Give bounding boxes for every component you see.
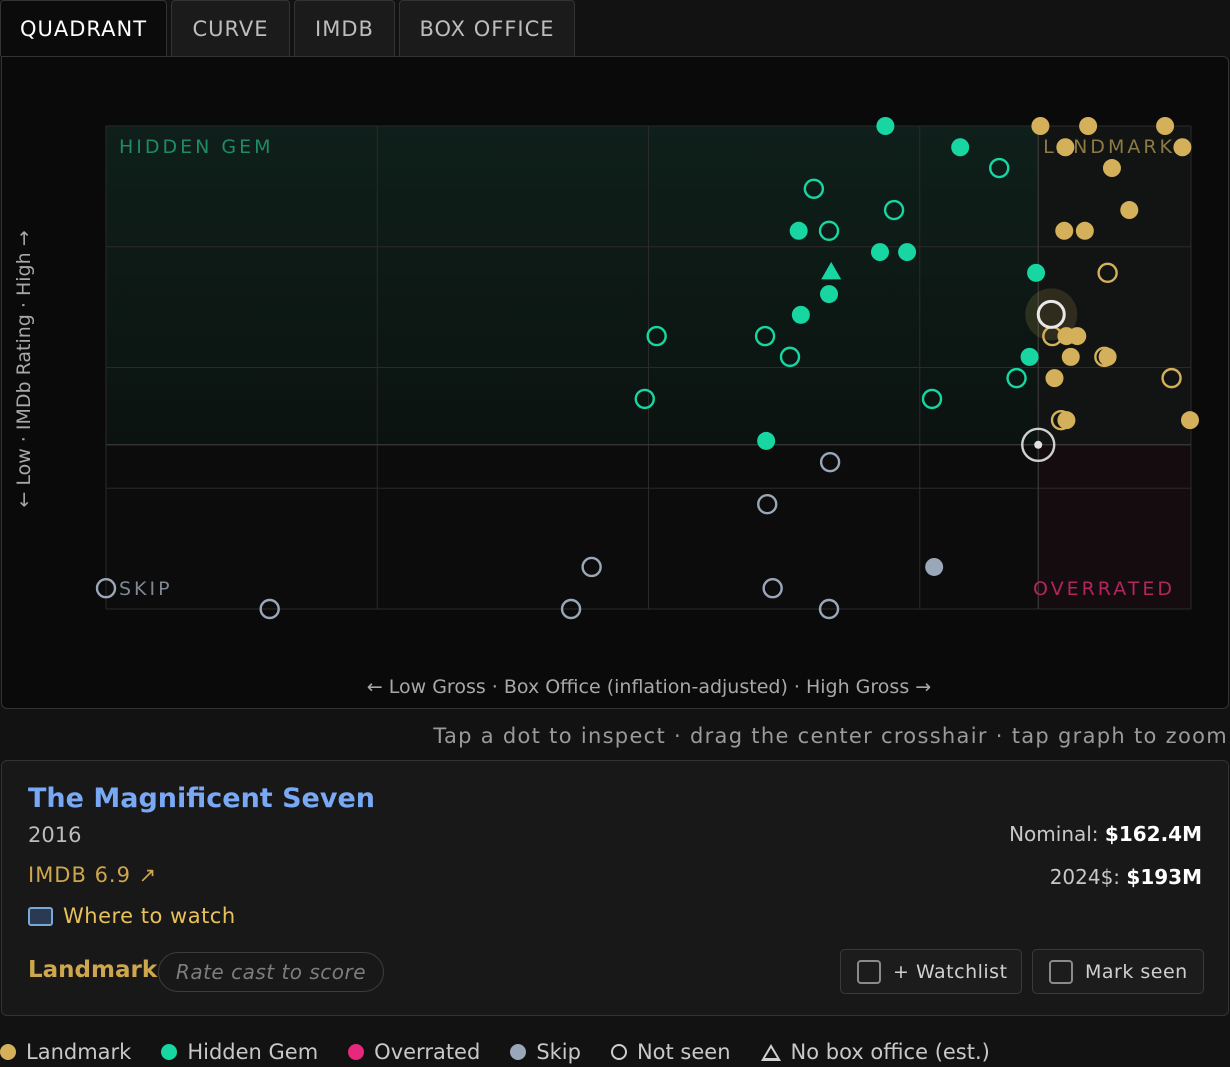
legend-label: Overrated [374,1040,481,1064]
legend-label: Not seen [636,1040,731,1064]
hidden-gem-point [789,221,808,240]
watchlist-checkbox[interactable] [857,959,881,984]
quadrant-label-skip: SKIP [119,578,173,600]
verdict-label: Landmark [28,957,158,983]
rate-cast-input[interactable]: Rate cast to score [158,952,384,992]
quadrant-label-overrated: OVERRATED [1033,578,1175,600]
legend-item-hidden-gem: Hidden Gem [161,1040,318,1064]
where-to-watch-label: Where to watch [63,904,236,928]
adjusted-label: 2024$: [1049,865,1121,889]
watchlist-button[interactable]: + Watchlist [840,949,1022,994]
legend-label: No box office (est.) [790,1040,990,1064]
landmark-point [1173,138,1192,157]
imdb-rating-link[interactable]: IMDB 6.9 ↗ [28,863,157,887]
landmark-point [1061,347,1080,366]
chart-legend: Landmark Hidden Gem Overrated Skip Not s… [0,1037,1020,1067]
hidden-gem-point [1020,347,1039,366]
overrated-dot-icon [348,1044,365,1060]
crosshair-center-dot [1034,440,1043,449]
tab-quadrant[interactable]: QUADRANT [0,0,167,56]
tab-imdb[interactable]: IMDB [294,0,395,56]
interaction-hint: Tap a dot to inspect · drag the center c… [433,724,1228,748]
landmark-point [1031,117,1050,135]
triangle-icon [760,1043,781,1061]
hidden-gem-point [1027,263,1046,282]
landmark-point [1045,369,1064,388]
landmark-point [1057,411,1076,430]
landmark-point [1156,117,1175,135]
landmark-point [1120,201,1139,220]
landmark-point [1181,411,1199,430]
legend-item-overrated: Overrated [348,1040,480,1064]
landmark-dot-icon [0,1044,16,1060]
legend-item-skip: Skip [510,1040,581,1064]
hidden-gem-point [870,243,889,262]
selected-point-halo [1025,288,1078,341]
skip-point [925,557,944,576]
hidden-gem-point [898,243,917,262]
x-axis-label: ← Low Gross · Box Office (inflation-adju… [367,676,931,698]
movie-year: 2016 [28,823,82,847]
tab-curve[interactable]: CURVE [171,0,290,56]
landmark-point [1079,117,1098,135]
hidden-gem-point [757,431,776,450]
adjusted-gross: 2024$: $193M [1050,865,1202,889]
nominal-gross: Nominal: $162.4M [1009,822,1202,846]
mark-seen-label: Mark seen [1085,960,1188,983]
landmark-point [1075,221,1094,240]
legend-item-landmark: Landmark [0,1040,131,1064]
legend-label: Skip [536,1040,581,1064]
hidden-gem-dot-icon [161,1044,178,1060]
legend-label: Hidden Gem [187,1040,319,1064]
nominal-label: Nominal: [1009,822,1099,846]
mark-seen-button[interactable]: Mark seen [1032,949,1204,994]
landmark-point [1102,159,1121,178]
mark-seen-checkbox[interactable] [1049,959,1073,984]
movie-detail-card: The Magnificent Seven 2016 IMDB 6.9 ↗ Wh… [1,760,1229,1016]
hidden-gem-point [951,138,970,157]
quadrant-chart-panel[interactable]: HIDDEN GEM LANDMARK SKIP OVERRATED ← Low… [1,56,1229,709]
y-axis-label: ← Low · IMDb Rating · High → [13,230,35,507]
hidden-gem-point [791,305,810,324]
skip-dot-icon [510,1044,527,1060]
ring-icon [610,1044,627,1060]
tab-box-office[interactable]: BOX OFFICE [399,0,575,56]
landmark-point [1098,347,1117,366]
legend-label: Landmark [26,1040,132,1064]
movie-title[interactable]: The Magnificent Seven [28,783,375,814]
where-to-watch-link[interactable]: Where to watch [28,904,236,928]
watchlist-label: + Watchlist [893,960,1008,983]
adjusted-value: $193M [1126,865,1202,889]
quadrant-chart[interactable]: HIDDEN GEM LANDMARK SKIP OVERRATED ← Low… [2,57,1230,710]
view-tabs: QUADRANT CURVE IMDB BOX OFFICE [0,0,579,56]
nominal-value: $162.4M [1104,822,1202,846]
hidden-gem-point [876,117,895,135]
tv-icon [28,907,53,926]
legend-item-no-box-office: No box office (est.) [760,1040,990,1064]
landmark-point [1056,138,1075,157]
hidden-gem-point [820,285,839,304]
landmark-point [1055,221,1074,240]
hidden-gem-region [106,126,1039,445]
quadrant-label-hidden-gem: HIDDEN GEM [119,136,274,158]
skip-region [106,444,1039,609]
legend-item-not-seen: Not seen [610,1040,731,1064]
